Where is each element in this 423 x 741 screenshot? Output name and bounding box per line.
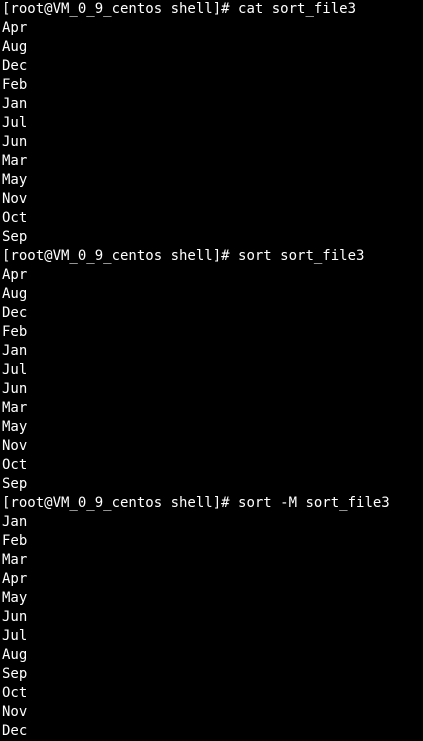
output-line: Mar bbox=[2, 153, 28, 169]
output-line: Jun bbox=[2, 134, 28, 150]
output-line: Jun bbox=[2, 381, 28, 397]
output-line: Mar bbox=[2, 400, 28, 416]
output-line: Aug bbox=[2, 647, 28, 663]
output-line: Feb bbox=[2, 533, 28, 549]
output-line: Jul bbox=[2, 115, 28, 131]
output-line: Jan bbox=[2, 96, 28, 112]
shell-prompt: [root@VM_0_9_centos shell]# bbox=[2, 248, 239, 264]
output-line: May bbox=[2, 590, 28, 606]
output-line: Nov bbox=[2, 704, 28, 720]
output-line: May bbox=[2, 172, 28, 188]
shell-prompt: [root@VM_0_9_centos shell]# bbox=[2, 1, 239, 17]
output-line: Oct bbox=[2, 685, 28, 701]
output-line: Dec bbox=[2, 58, 28, 74]
output-line: Oct bbox=[2, 210, 28, 226]
output-line: Mar bbox=[2, 552, 28, 568]
output-line: Jun bbox=[2, 609, 28, 625]
command-line: [root@VM_0_9_centos shell]# sort -M sort… bbox=[2, 494, 423, 513]
command-line: [root@VM_0_9_centos shell]# cat sort_fil… bbox=[2, 0, 423, 19]
terminal-window[interactable]: [root@VM_0_9_centos shell]# cat sort_fil… bbox=[0, 0, 423, 741]
command-text: cat sort_file3 bbox=[238, 1, 357, 17]
output-line: Apr bbox=[2, 571, 28, 587]
output-line: Feb bbox=[2, 77, 28, 93]
output-line: Jan bbox=[2, 514, 28, 530]
output-line: Dec bbox=[2, 723, 28, 739]
output-line: Sep bbox=[2, 666, 28, 682]
output-line: Jul bbox=[2, 362, 28, 378]
output-line: Aug bbox=[2, 39, 28, 55]
output-line: Oct bbox=[2, 457, 28, 473]
output-line: Sep bbox=[2, 476, 28, 492]
command-text: sort sort_file3 bbox=[238, 248, 365, 264]
command-line: [root@VM_0_9_centos shell]# sort sort_fi… bbox=[2, 247, 423, 266]
output-line: May bbox=[2, 419, 28, 435]
output-line: Jul bbox=[2, 628, 28, 644]
shell-prompt: [root@VM_0_9_centos shell]# bbox=[2, 495, 239, 511]
output-line: Apr bbox=[2, 20, 28, 36]
output-line: Nov bbox=[2, 438, 28, 454]
output-line: Apr bbox=[2, 267, 28, 283]
output-line: Dec bbox=[2, 305, 28, 321]
output-line: Feb bbox=[2, 324, 28, 340]
output-line: Jan bbox=[2, 343, 28, 359]
output-line: Nov bbox=[2, 191, 28, 207]
output-line: Aug bbox=[2, 286, 28, 302]
command-text: sort -M sort_file3 bbox=[238, 495, 390, 511]
output-line: Sep bbox=[2, 229, 28, 245]
